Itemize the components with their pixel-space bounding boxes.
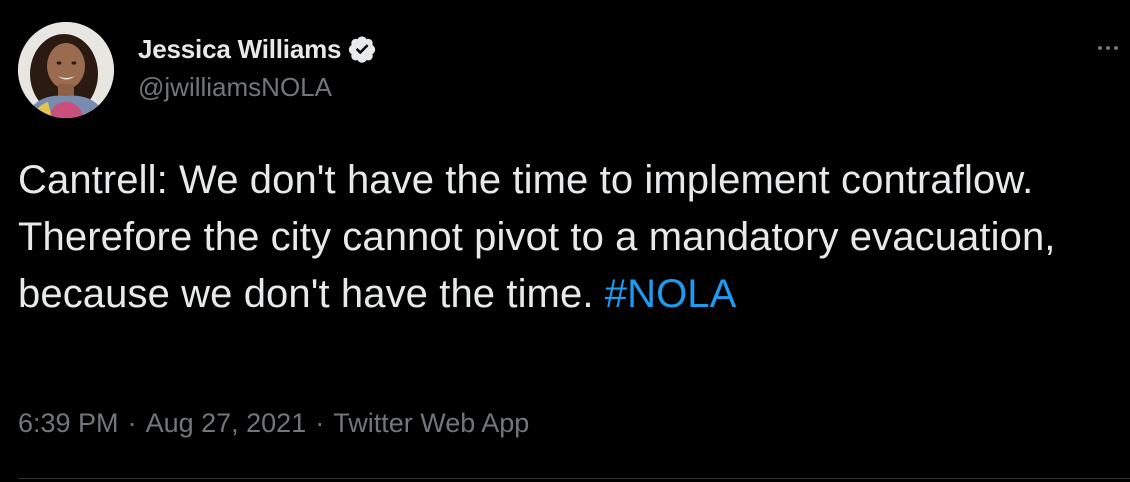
tweet-meta: 6:39 PM · Aug 27, 2021 · Twitter Web App xyxy=(18,408,529,439)
tweet-date[interactable]: Aug 27, 2021 xyxy=(146,408,307,439)
meta-separator: · xyxy=(127,408,137,438)
tweet-source[interactable]: Twitter Web App xyxy=(333,408,529,439)
user-handle[interactable]: @jwilliamsNOLA xyxy=(138,72,332,103)
name-row: Jessica Williams xyxy=(138,32,377,66)
hashtag-link[interactable]: #NOLA xyxy=(605,272,737,316)
tweet-text: Cantrell: We don't have the time to impl… xyxy=(18,152,1108,323)
tweet-time[interactable]: 6:39 PM xyxy=(18,408,119,439)
divider xyxy=(18,478,1130,479)
tweet-card: Jessica Williams @jwilliamsNOLA Cantrell… xyxy=(0,0,1130,482)
display-name[interactable]: Jessica Williams xyxy=(138,34,341,65)
more-options-icon[interactable] xyxy=(1098,38,1130,58)
avatar-image xyxy=(18,22,114,118)
tweet-body: Cantrell: We don't have the time to impl… xyxy=(18,158,1056,316)
avatar[interactable] xyxy=(18,22,114,118)
meta-separator: · xyxy=(315,408,325,438)
verified-badge-icon xyxy=(349,36,376,63)
